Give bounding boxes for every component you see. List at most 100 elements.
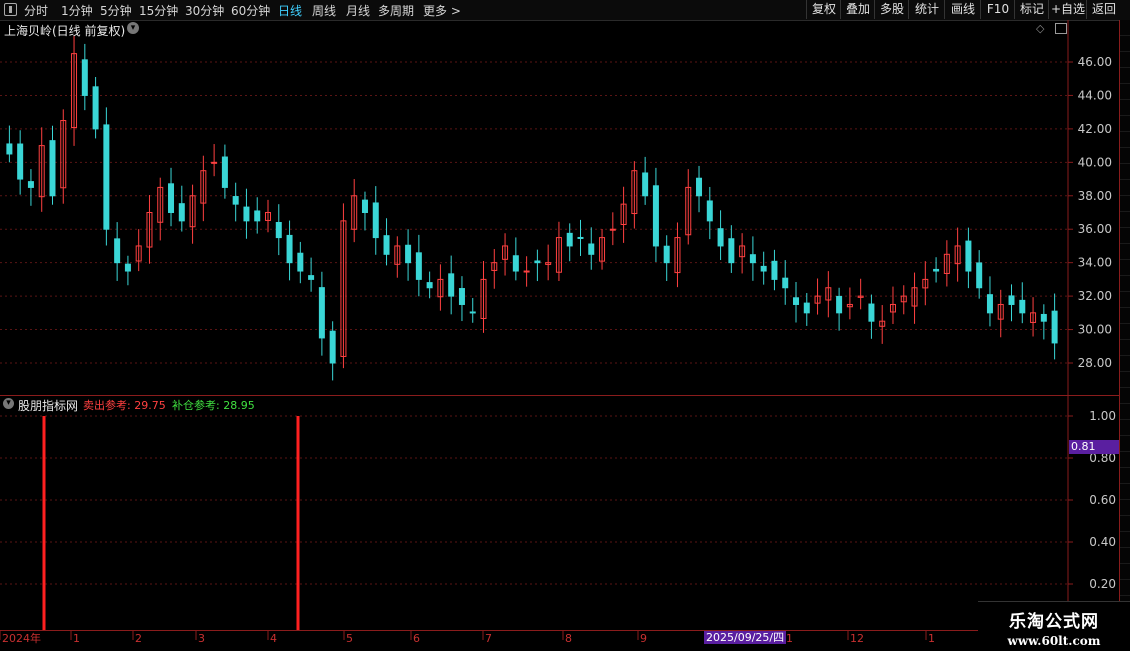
price-tick-label: 30.00 <box>1078 323 1112 337</box>
indicator-tick-label: 0.40 <box>1089 535 1116 549</box>
panel-glyph <box>1120 436 1130 452</box>
candle-body <box>976 262 983 289</box>
candle-body <box>114 238 121 264</box>
panel-glyph <box>1120 324 1130 340</box>
window-toggle-icon[interactable] <box>1055 23 1067 34</box>
candle-body <box>243 206 250 222</box>
candle-body <box>361 199 368 214</box>
candle-body <box>178 203 185 222</box>
candle-body <box>933 268 940 272</box>
panel-glyph <box>1120 228 1130 244</box>
candle-body <box>986 294 993 314</box>
x-tick-label: 7 <box>485 632 492 645</box>
panel-glyph <box>1120 148 1130 164</box>
candle-body <box>372 202 379 239</box>
panel-glyph <box>1120 308 1130 324</box>
panel-glyph <box>1120 564 1130 580</box>
indicator-signal-bar <box>42 416 46 630</box>
indicator-dropdown-icon[interactable]: ▾ <box>3 398 14 409</box>
panel-glyph <box>1120 532 1130 548</box>
candle-body <box>297 252 304 272</box>
panel-glyph <box>1120 580 1130 596</box>
indicator-tick-label: 1.00 <box>1089 409 1116 423</box>
x-tick-label: 1 <box>928 632 935 645</box>
panel-glyph <box>1120 68 1130 84</box>
diamond-icon[interactable]: ◇ <box>1036 22 1044 35</box>
buy-reference: 补仓参考: 28.95 <box>172 399 255 412</box>
candle-body <box>717 228 724 247</box>
kline-chart[interactable]: 46.00 44.00 42.00 40.00 38.00 36.00 34.00 32.00… <box>0 0 1119 650</box>
panel-glyph <box>1120 340 1130 356</box>
indicator-signal-series <box>42 416 300 630</box>
panel-glyph <box>1120 452 1130 468</box>
candle-body <box>254 210 261 222</box>
candle-body <box>728 238 735 264</box>
price-tick-label: 42.00 <box>1078 122 1112 136</box>
watermark-url: www.60lt.com <box>1007 634 1101 648</box>
candlestick-series <box>6 35 1058 381</box>
candle-body <box>27 181 34 188</box>
candle-body <box>1019 299 1026 314</box>
x-tick-label: 6 <box>413 632 420 645</box>
candle-body <box>103 124 110 230</box>
panel-glyph <box>1120 196 1130 212</box>
panel-glyph <box>1120 84 1130 100</box>
candle-body <box>469 311 476 314</box>
price-tick-label: 34.00 <box>1078 256 1112 270</box>
price-tick-label: 46.00 <box>1078 55 1112 69</box>
candle-body <box>426 282 433 289</box>
candle-body <box>318 287 325 339</box>
indicator-tick-label: 0.60 <box>1089 493 1116 507</box>
title-dropdown-icon[interactable]: ▾ <box>127 22 139 34</box>
x-tick-label: 3 <box>198 632 205 645</box>
panel-glyph <box>1120 260 1130 276</box>
candle-body <box>696 177 703 197</box>
panel-glyph <box>1120 404 1130 420</box>
candle-body <box>232 196 239 205</box>
panel-glyph <box>1120 356 1130 372</box>
panel-glyph <box>1120 100 1130 116</box>
panel-glyph <box>1120 36 1130 52</box>
panel-glyph <box>1120 292 1130 308</box>
candle-body <box>458 288 465 305</box>
candle-body <box>383 235 390 255</box>
x-tick-label: 2024年 <box>2 631 41 645</box>
candle-body <box>760 265 767 272</box>
indicator-name[interactable]: 股朋指标网 <box>18 397 78 414</box>
price-tick-label: 44.00 <box>1078 88 1112 102</box>
candle-body <box>286 234 293 264</box>
panel-glyph <box>1120 420 1130 436</box>
x-tick-label: 4 <box>270 632 277 645</box>
x-tick-label: 1 <box>786 632 793 645</box>
panel-glyph <box>1120 212 1130 228</box>
candle-body <box>965 240 972 272</box>
x-tick-label: 12 <box>850 632 864 645</box>
candle-body <box>706 200 713 222</box>
watermark: 乐淘公式网 www.60lt.com <box>978 601 1130 651</box>
candle-body <box>523 270 530 273</box>
candle-body <box>782 277 789 289</box>
candle-body <box>771 260 778 280</box>
price-tick-label: 28.00 <box>1078 356 1112 370</box>
panel-glyph <box>1120 20 1130 36</box>
candle-body <box>81 59 88 96</box>
candle-body <box>642 172 649 197</box>
candle-body <box>124 263 131 272</box>
candle-body <box>749 254 756 264</box>
panel-glyph <box>1120 468 1130 484</box>
candle-body <box>588 243 595 255</box>
x-tick-label: 5 <box>346 632 353 645</box>
x-tick-label: 8 <box>565 632 572 645</box>
candle-body <box>168 183 175 214</box>
candle-body <box>1051 310 1058 344</box>
candle-body <box>512 255 519 272</box>
panel-glyph <box>1120 116 1130 132</box>
panel-glyph <box>1120 164 1130 180</box>
panel-glyph <box>1120 372 1130 388</box>
candle-body <box>793 297 799 305</box>
candle-body <box>803 302 810 314</box>
panel-glyph <box>1120 244 1130 260</box>
candle-body <box>1008 295 1015 305</box>
candle-body <box>663 245 670 264</box>
price-tick-label: 38.00 <box>1078 189 1112 203</box>
